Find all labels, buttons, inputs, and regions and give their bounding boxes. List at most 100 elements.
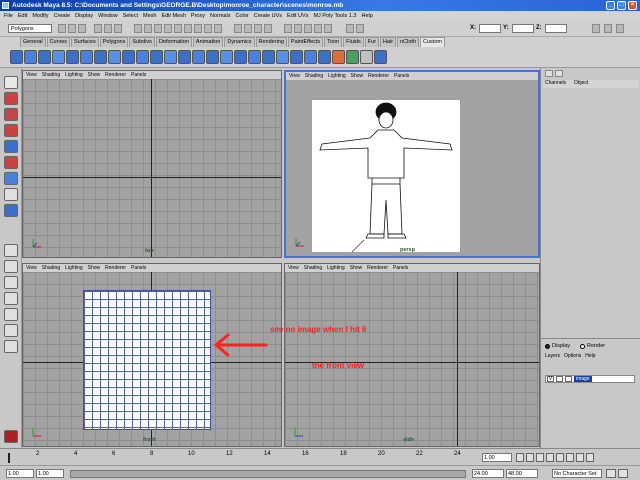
cleanup-icon[interactable] — [360, 50, 373, 64]
menu-file[interactable]: File — [4, 13, 13, 19]
render-icon[interactable] — [304, 24, 312, 33]
select-component-icon[interactable] — [114, 24, 122, 33]
poly-torus-icon[interactable] — [80, 50, 93, 64]
panel-menu-shading[interactable]: Shading — [42, 72, 60, 78]
viewport-canvas[interactable]: front — [23, 272, 281, 446]
menu-normals[interactable]: Normals — [210, 13, 230, 19]
lasso-tool-icon[interactable] — [4, 92, 18, 105]
snap-curve-icon[interactable] — [244, 24, 252, 33]
bevel-icon[interactable] — [304, 50, 317, 64]
custom-tool-icon[interactable] — [374, 50, 387, 64]
panel-menu-shading[interactable]: Shading — [42, 265, 60, 271]
open-scene-icon[interactable] — [68, 24, 76, 33]
help-menu[interactable]: Help — [585, 353, 595, 359]
panel-menu-shading[interactable]: Shading — [305, 73, 323, 79]
save-scene-icon[interactable] — [78, 24, 86, 33]
mask-deform-icon[interactable] — [174, 24, 182, 33]
paint-select-icon[interactable] — [4, 108, 18, 121]
panel-menu-renderer[interactable]: Renderer — [105, 72, 126, 78]
current-time-marker[interactable] — [8, 453, 10, 463]
menu-color[interactable]: Color — [235, 13, 248, 19]
mask-handle-icon[interactable] — [134, 24, 142, 33]
shelf-tab-polygons[interactable]: Polygons — [99, 37, 129, 47]
minimize-button[interactable]: _ — [606, 1, 615, 10]
show-attribute-editor-icon[interactable] — [592, 24, 600, 33]
step-back-frame-icon[interactable] — [536, 453, 544, 462]
play-forwards-icon[interactable] — [556, 453, 564, 462]
poly-platonic-icon[interactable] — [164, 50, 177, 64]
poly-cone-icon[interactable] — [52, 50, 65, 64]
step-back-key-icon[interactable] — [526, 453, 534, 462]
layer-type-toggle[interactable] — [556, 376, 563, 382]
shelf-tab-general[interactable]: General — [20, 37, 46, 47]
poly-prism-icon[interactable] — [94, 50, 107, 64]
maximize-button[interactable]: □ — [617, 1, 626, 10]
shelf-tab-deformation[interactable]: Deformation — [155, 37, 192, 47]
layers-menu[interactable]: Layers — [545, 353, 560, 359]
merge-vertices-icon[interactable] — [290, 50, 303, 64]
panel-menu-view[interactable]: View — [288, 265, 299, 271]
panel-menu-panels[interactable]: Panels — [131, 265, 146, 271]
panel-menu-panels[interactable]: Panels — [394, 73, 409, 79]
menu-edit[interactable]: Edit — [18, 13, 27, 19]
panel-menu-renderer[interactable]: Renderer — [367, 265, 388, 271]
shelf-tab-custom[interactable]: Custom — [420, 37, 445, 47]
separate-icon[interactable] — [192, 50, 205, 64]
shelf-tab-rendering[interactable]: Rendering — [255, 37, 287, 47]
mask-curve-icon[interactable] — [154, 24, 162, 33]
layout-outliner-icon[interactable] — [4, 292, 18, 305]
mask-joint-icon[interactable] — [144, 24, 152, 33]
animation-start-field[interactable]: 1.00 — [6, 469, 34, 478]
scale-tool-icon[interactable] — [4, 156, 18, 169]
new-scene-icon[interactable] — [58, 24, 66, 33]
range-start-field[interactable]: 1.00 — [36, 469, 64, 478]
panel-menu-lighting[interactable]: Lighting — [327, 265, 345, 271]
shelf-tab-fluids[interactable]: Fluids — [343, 37, 364, 47]
viewport-side[interactable]: View Shading Lighting Show Renderer Pane… — [284, 263, 540, 447]
channel-box-icon[interactable] — [545, 70, 553, 77]
maya-app-icon[interactable] — [2, 2, 9, 9]
poly-soccer-ball-icon[interactable] — [150, 50, 163, 64]
history-icon[interactable] — [284, 24, 292, 33]
layout-graph-icon[interactable] — [4, 324, 18, 337]
panel-menu-renderer[interactable]: Renderer — [368, 73, 389, 79]
viewport-persp[interactable]: View Shading Lighting Show Renderer Pane… — [284, 70, 540, 258]
panel-menu-panels[interactable]: Panels — [393, 265, 408, 271]
wedge-icon[interactable] — [318, 50, 331, 64]
smooth-icon[interactable] — [206, 50, 219, 64]
range-end-field[interactable]: 24.00 — [472, 469, 504, 478]
show-tool-settings-icon[interactable] — [604, 24, 612, 33]
snap-grid-icon[interactable] — [234, 24, 242, 33]
menu-help[interactable]: Help — [361, 13, 372, 19]
shelf-tab-ncloth[interactable]: nCloth — [397, 37, 420, 47]
select-object-icon[interactable] — [104, 24, 112, 33]
panel-menu-lighting[interactable]: Lighting — [328, 73, 346, 79]
close-button[interactable]: × — [628, 1, 637, 10]
render-view-icon[interactable] — [294, 24, 302, 33]
menu-create[interactable]: Create — [54, 13, 71, 19]
panel-menu-show[interactable]: Show — [88, 265, 101, 271]
z-field[interactable] — [545, 24, 567, 33]
go-to-end-icon[interactable] — [586, 453, 594, 462]
last-tool-icon[interactable] — [4, 188, 18, 201]
panel-menu-view[interactable]: View — [26, 72, 37, 78]
layer-editor-toggle-icon[interactable] — [555, 70, 563, 77]
shelf-tab-painteffects[interactable]: PaintEffects — [287, 37, 324, 47]
poly-helix-icon[interactable] — [136, 50, 149, 64]
viewport-canvas[interactable]: side — [285, 272, 539, 446]
poly-cylinder-icon[interactable] — [38, 50, 51, 64]
shelf-tab-subdivs[interactable]: Subdivs — [129, 37, 155, 47]
append-polygon-icon[interactable] — [248, 50, 261, 64]
layout-render-icon[interactable] — [4, 340, 18, 353]
panel-menu-panels[interactable]: Panels — [131, 72, 146, 78]
insert-edge-loop-icon[interactable] — [276, 50, 289, 64]
layer-name[interactable]: image — [574, 376, 592, 382]
panel-menu-show[interactable]: Show — [88, 72, 101, 78]
input-line-icon[interactable] — [346, 24, 354, 33]
layout-four-icon[interactable] — [4, 260, 18, 273]
menu-mj-poly-tools[interactable]: MJ Poly Tools 1.3 — [313, 13, 356, 19]
render-globals-icon[interactable] — [324, 24, 332, 33]
viewport-canvas[interactable]: persp — [286, 80, 538, 256]
display-radio[interactable] — [545, 343, 550, 349]
layer-row[interactable]: V image — [545, 375, 635, 383]
